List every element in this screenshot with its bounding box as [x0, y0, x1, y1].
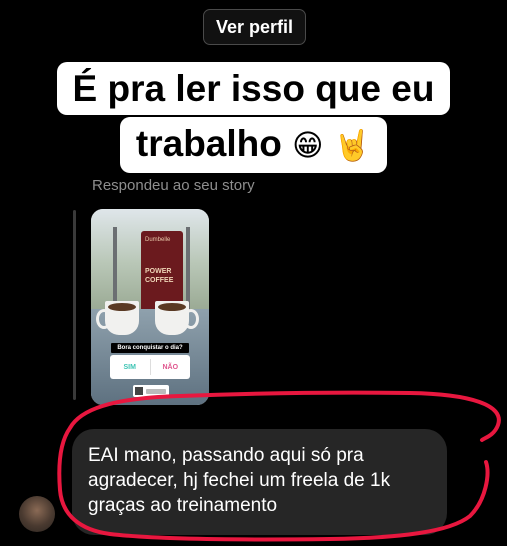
- sign-of-horns-icon: 🤘: [333, 128, 372, 164]
- poll-sticker: SIM NÃO: [110, 355, 190, 379]
- grinning-face-icon: 😁: [292, 128, 324, 164]
- bag-title: POWER COFFEE: [145, 268, 174, 284]
- story-account-tag: [133, 385, 169, 397]
- message-bubble[interactable]: EAI mano, passando aqui só pra agradecer…: [72, 429, 447, 535]
- reply-quote-bar: [73, 210, 76, 400]
- coffee-surface: [158, 303, 186, 311]
- sender-avatar[interactable]: [19, 496, 55, 532]
- overlay-caption-line-2: trabalho 😁 🤘: [0, 117, 507, 173]
- account-name-placeholder: [146, 388, 166, 394]
- story-reply-label: Respondeu ao seu story: [92, 177, 255, 194]
- cup-handle: [183, 309, 199, 329]
- caption-text-1: É pra ler isso que eu: [56, 62, 451, 115]
- poll-option-no: NÃO: [162, 363, 179, 371]
- account-avatar: [135, 387, 143, 395]
- view-profile-button[interactable]: Ver perfil: [203, 9, 306, 45]
- caption-text-2: trabalho: [135, 123, 282, 164]
- caption-pill-2: trabalho 😁 🤘: [119, 117, 388, 173]
- coffee-cup-icon: [155, 301, 199, 335]
- poll-question: Bora conquistar o dia?: [111, 343, 189, 353]
- cup-handle: [96, 309, 112, 329]
- message-text: EAI mano, passando aqui só pra agradecer…: [88, 445, 391, 516]
- bag-brand: Dumbelle: [145, 237, 171, 243]
- story-thumbnail[interactable]: Dumbelle POWER COFFEE Bora conquistar o …: [91, 209, 209, 405]
- coffee-surface: [108, 303, 136, 311]
- coffee-cup-icon: [96, 301, 139, 335]
- poll-option-yes: SIM: [123, 363, 136, 371]
- overlay-caption-line-1: É pra ler isso que eu: [0, 62, 507, 115]
